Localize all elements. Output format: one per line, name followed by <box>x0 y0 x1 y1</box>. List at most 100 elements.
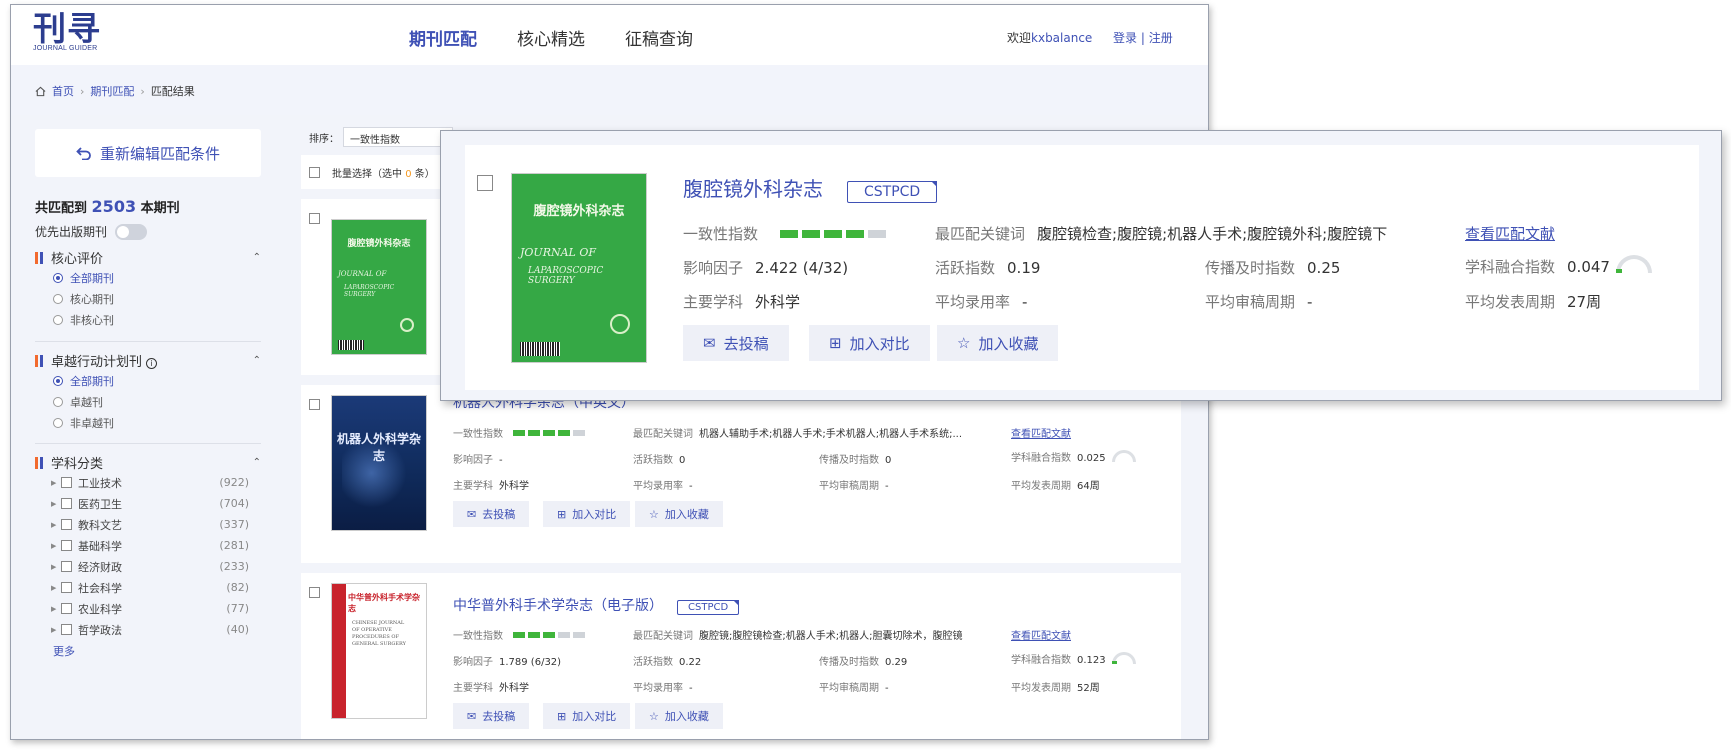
checkbox[interactable] <box>61 561 72 572</box>
batch-checkbox[interactable] <box>309 166 320 178</box>
expand-arrow-icon[interactable]: ▶ <box>51 563 61 571</box>
expand-arrow-icon[interactable]: ▶ <box>51 605 61 613</box>
journal-checkbox[interactable] <box>477 175 493 191</box>
radio-core-all[interactable]: 全部期刊 <box>35 267 261 288</box>
nav-core-selection[interactable]: 核心精选 <box>517 25 585 50</box>
expand-arrow-icon[interactable]: ▶ <box>51 626 61 634</box>
nav-journal-match[interactable]: 期刊匹配 <box>409 25 477 50</box>
journal-cover[interactable]: 中华普外科手术学杂志 CHINESE JOURNAL OF OPERATIVE … <box>331 583 427 719</box>
gauge-icon <box>1615 255 1652 273</box>
journal-checkbox[interactable] <box>309 587 320 598</box>
radio-icon <box>53 314 63 325</box>
subject-item[interactable]: ▶ 农业科学 (77) <box>35 598 261 619</box>
info-icon[interactable]: i <box>146 357 158 369</box>
subject-item[interactable]: ▶ 工业技术 (922) <box>35 472 261 493</box>
site-logo[interactable]: 刊寻 JOURNAL GUIDER <box>33 11 101 53</box>
more-subjects-link[interactable]: 更多 <box>35 643 261 659</box>
sort-select[interactable]: 一致性指数 <box>343 127 453 147</box>
favorite-button[interactable]: ☆ 加入收藏 <box>937 325 1059 361</box>
subject-item[interactable]: ▶ 教科文艺 (337) <box>35 514 261 535</box>
chevron-up-icon[interactable]: ⌃ <box>253 252 261 263</box>
subject-item[interactable]: ▶ 基础科学 (281) <box>35 535 261 556</box>
journal-title[interactable]: 中华普外科手术学杂志（电子版） <box>453 598 663 614</box>
value: 0.19 <box>1007 259 1041 277</box>
compare-button[interactable]: ⊞ 加入对比 <box>543 501 631 527</box>
radio-core-noncore[interactable]: 非核心刊 <box>35 309 261 330</box>
expand-arrow-icon[interactable]: ▶ <box>51 479 61 487</box>
checkbox[interactable] <box>61 603 72 614</box>
view-refs-link[interactable]: 查看匹配文献 <box>1011 627 1071 642</box>
auth-links: 登录 | 注册 <box>1113 29 1173 46</box>
compare-button[interactable]: ⊞ 加入对比 <box>543 703 631 729</box>
auth-separator: | <box>1137 31 1149 45</box>
subject-item[interactable]: ▶ 社会科学 (82) <box>35 577 261 598</box>
subject-item[interactable]: ▶ 经济财政 (233) <box>35 556 261 577</box>
favorite-button[interactable]: ☆ 加入收藏 <box>635 703 723 729</box>
checkbox[interactable] <box>61 477 72 488</box>
subject-item[interactable]: ▶ 医药卫生 (704) <box>35 493 261 514</box>
subject-header[interactable]: 学科分类 ⌃ <box>35 452 261 472</box>
view-refs-link[interactable]: 查看匹配文献 <box>1465 223 1555 244</box>
label: 平均审稿周期 <box>1205 293 1296 311</box>
journal-checkbox[interactable] <box>309 213 320 224</box>
chevron-right-icon: › <box>80 84 85 98</box>
chevron-up-icon[interactable]: ⌃ <box>253 457 261 468</box>
journal-checkbox[interactable] <box>309 399 320 410</box>
expand-arrow-icon[interactable]: ▶ <box>51 584 61 592</box>
barcode <box>520 342 560 356</box>
label: 主要学科 <box>453 683 493 694</box>
submit-button[interactable]: ✉ 去投稿 <box>683 325 789 361</box>
home-icon[interactable] <box>35 86 46 97</box>
breadcrumb-home[interactable]: 首页 <box>52 83 74 99</box>
nav-call-for-papers[interactable]: 征稿查询 <box>625 25 693 50</box>
chevron-up-icon[interactable]: ⌃ <box>253 355 261 366</box>
mail-icon: ✉ <box>703 334 716 352</box>
compare-button[interactable]: ⊞ 加入对比 <box>809 325 930 361</box>
expand-arrow-icon[interactable]: ▶ <box>51 542 61 550</box>
match-keywords: 最匹配关键词 机器人辅助手术;机器人手术;手术机器人;机器人手术系统;... <box>633 425 962 440</box>
consistency-index: 一致性指数 <box>453 425 585 440</box>
radio-excellence-yes[interactable]: 卓越刊 <box>35 391 261 412</box>
breadcrumb-current: 匹配结果 <box>150 85 195 98</box>
checkbox[interactable] <box>61 498 72 509</box>
checkbox[interactable] <box>61 540 72 551</box>
journal-cover[interactable]: 机器人外科学杂志 <box>331 395 427 531</box>
submit-label: 去投稿 <box>482 710 516 723</box>
radio-excellence-all[interactable]: 全部期刊 <box>35 370 261 391</box>
radio-core-core[interactable]: 核心期刊 <box>35 288 261 309</box>
expand-arrow-icon[interactable]: ▶ <box>51 521 61 529</box>
match-count-number: 2503 <box>91 197 137 216</box>
review-cycle: 平均审稿周期 - <box>819 477 889 492</box>
expand-arrow-icon[interactable]: ▶ <box>51 500 61 508</box>
subject-item[interactable]: ▶ 哲学政法 (40) <box>35 619 261 640</box>
impact-factor: 影响因子 2.422 (4/32) <box>683 257 848 278</box>
radio-label: 非核心刊 <box>70 313 114 327</box>
radio-excellence-no[interactable]: 非卓越刊 <box>35 412 261 433</box>
value: - <box>1022 293 1028 311</box>
view-refs-link[interactable]: 查看匹配文献 <box>1011 425 1071 440</box>
subject-title: 学科分类 <box>51 456 104 472</box>
username[interactable]: kxbalance <box>1031 31 1092 45</box>
checkbox[interactable] <box>61 624 72 635</box>
login-link[interactable]: 登录 <box>1113 31 1137 45</box>
checkbox[interactable] <box>61 582 72 593</box>
journal-title[interactable]: 腹腔镜外科杂志 <box>683 177 823 201</box>
core-eval-header[interactable]: 核心评价 ⌃ <box>35 247 261 267</box>
journal-cover[interactable]: 腹腔镜外科杂志 JOURNAL OF LAPAROSCOPIC SURGERY <box>331 219 427 355</box>
submit-button[interactable]: ✉ 去投稿 <box>453 501 530 527</box>
value: 1.789 (6/32) <box>499 657 562 668</box>
journal-cover[interactable]: 腹腔镜外科杂志 JOURNAL OF LAPAROSCOPIC SURGERY <box>511 173 647 363</box>
excellence-header[interactable]: 卓越行动计划刊 i ⌃ <box>35 350 261 370</box>
favorite-button[interactable]: ☆ 加入收藏 <box>635 501 723 527</box>
register-link[interactable]: 注册 <box>1149 31 1173 45</box>
label: 平均发表周期 <box>1011 481 1071 492</box>
sort-label: 排序： <box>309 133 339 145</box>
submit-button[interactable]: ✉ 去投稿 <box>453 703 530 729</box>
checkbox[interactable] <box>61 519 72 530</box>
star-icon: ☆ <box>649 709 659 723</box>
reedit-conditions-button[interactable]: 重新编辑匹配条件 <box>35 129 261 177</box>
prefer-toggle[interactable] <box>115 223 148 240</box>
breadcrumb-journal-match[interactable]: 期刊匹配 <box>90 83 134 99</box>
match-suffix: 本期刊 <box>140 201 180 216</box>
label: 传播及时指数 <box>1205 259 1296 277</box>
